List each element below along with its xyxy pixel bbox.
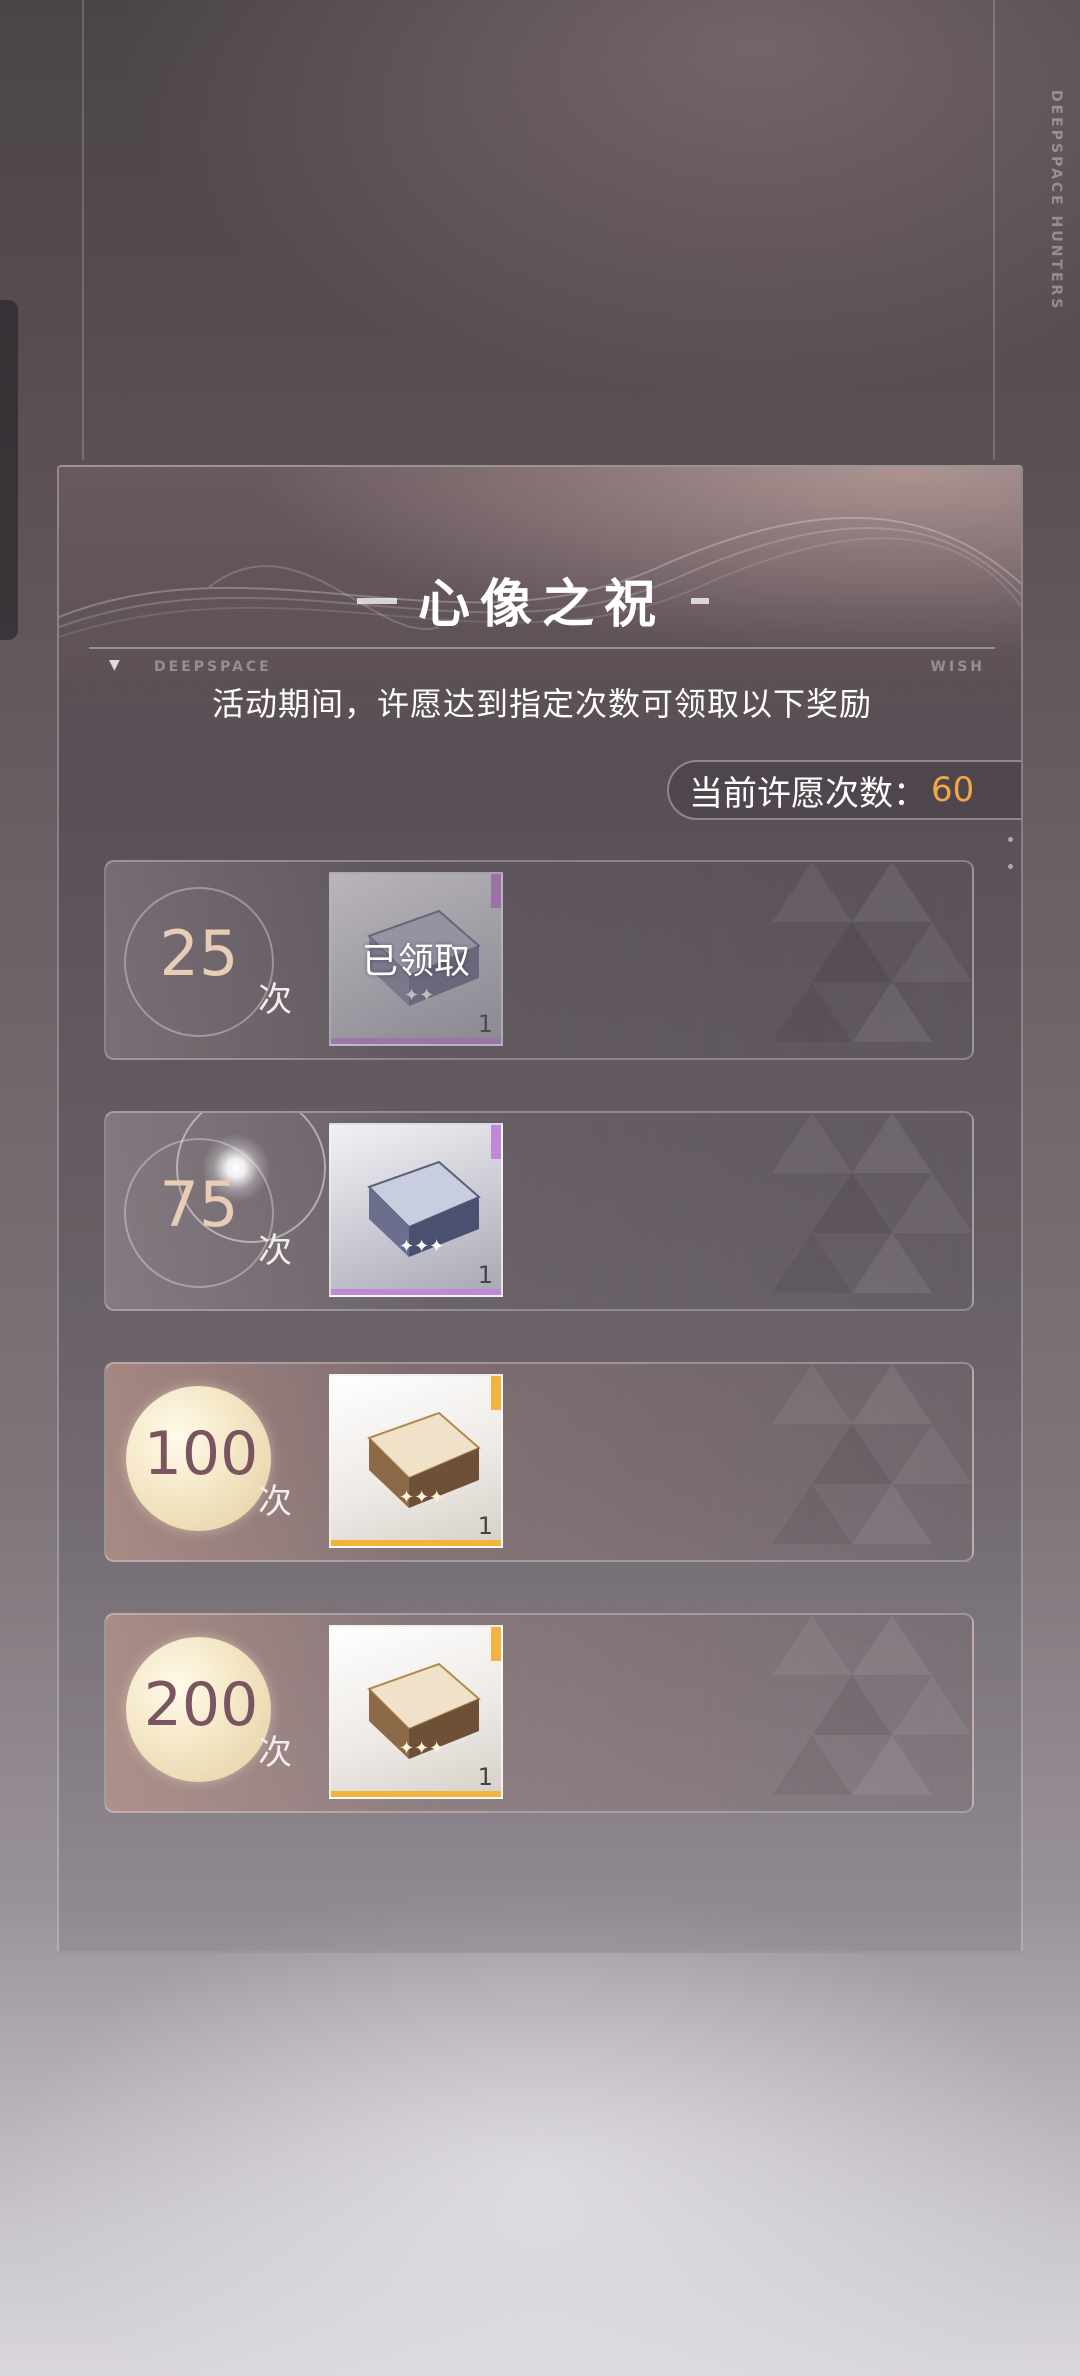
triangle-pattern-decoration <box>772 1364 972 1544</box>
panel-title: 心像之祝 <box>417 574 666 635</box>
milestone-count: 25 <box>159 917 239 990</box>
milestone-suffix: 次 <box>258 1482 292 1522</box>
rule-left-label: DEEPSPACE <box>154 659 272 675</box>
milestone-row[interactable]: 25 次 ✦✦ 1 已领取 <box>104 860 974 1060</box>
milestone-suffix: 次 <box>258 980 292 1020</box>
gold-wish-box-icon: ✦✦✦ <box>367 1662 481 1759</box>
scroll-indicator <box>1008 837 1013 891</box>
triangle-pattern-decoration <box>772 1113 972 1293</box>
background-glow <box>0 0 1080 460</box>
milestone-count: 200 <box>143 1670 259 1740</box>
reward-quantity: 1 <box>477 1261 493 1289</box>
svg-text:✦✦: ✦✦ <box>404 985 434 1006</box>
milestone-count: 100 <box>143 1419 259 1489</box>
reward-item[interactable]: ✦✦✦ 1 <box>329 1374 503 1548</box>
wish-reward-panel: 心像之祝 ▼ DEEPSPACE WISH 活动期间，许愿达到指定次数可领取以下… <box>57 465 1023 1953</box>
milestone-suffix: 次 <box>258 1231 292 1271</box>
svg-text:✦✦✦: ✦✦✦ <box>399 1487 444 1508</box>
wish-count-value: 60 <box>931 770 975 810</box>
triangle-pattern-decoration <box>772 862 972 1042</box>
svg-text:✦✦✦: ✦✦✦ <box>399 1738 444 1759</box>
background-bottom-glow <box>0 1880 1080 2376</box>
gold-wish-box-icon: ✦✦✦ <box>367 1411 481 1508</box>
side-drawer-tab[interactable] <box>0 300 18 640</box>
milestone-row[interactable]: 100 次 ✦✦✦ 1 <box>104 1362 974 1562</box>
wish-count-label: 当前许愿次数： <box>689 773 927 814</box>
milestone-count: 75 <box>159 1168 239 1241</box>
triangle-pattern-decoration <box>772 1615 972 1795</box>
reward-quantity: 1 <box>477 1010 493 1038</box>
milestone-row[interactable]: 200 次 ✦✦✦ 1 <box>104 1613 974 1813</box>
svg-text:✦✦✦: ✦✦✦ <box>399 1236 444 1257</box>
purple-wish-box-icon: ✦✦✦ <box>367 1160 481 1257</box>
panel-subtitle: 活动期间，许愿达到指定次数可领取以下奖励 <box>211 685 872 723</box>
background-frame-line <box>993 0 995 460</box>
reward-quantity: 1 <box>477 1512 493 1540</box>
rule-right-label: WISH <box>930 659 985 675</box>
milestone-suffix: 次 <box>258 1733 292 1773</box>
brand-vertical-text: DEEPSPACE HUNTERS <box>1048 90 1064 312</box>
wish-count-badge: 当前许愿次数： 60 <box>667 760 1021 820</box>
title-divider <box>89 647 995 649</box>
background-frame-line <box>82 0 84 460</box>
triangle-down-icon: ▼ <box>109 657 120 673</box>
claimed-status: 已领取 <box>361 941 470 982</box>
milestone-row[interactable]: 75 次 ✦✦✦ 1 <box>104 1111 974 1311</box>
reward-item[interactable]: ✦✦✦ 1 <box>329 1123 503 1297</box>
reward-item[interactable]: ✦✦✦ 1 <box>329 1625 503 1799</box>
reward-quantity: 1 <box>477 1763 493 1791</box>
milestone-list: 25 次 ✦✦ 1 已领取 75 次 ✦✦✦ 1 100 次 ✦✦✦ 1 200… <box>104 860 974 1864</box>
